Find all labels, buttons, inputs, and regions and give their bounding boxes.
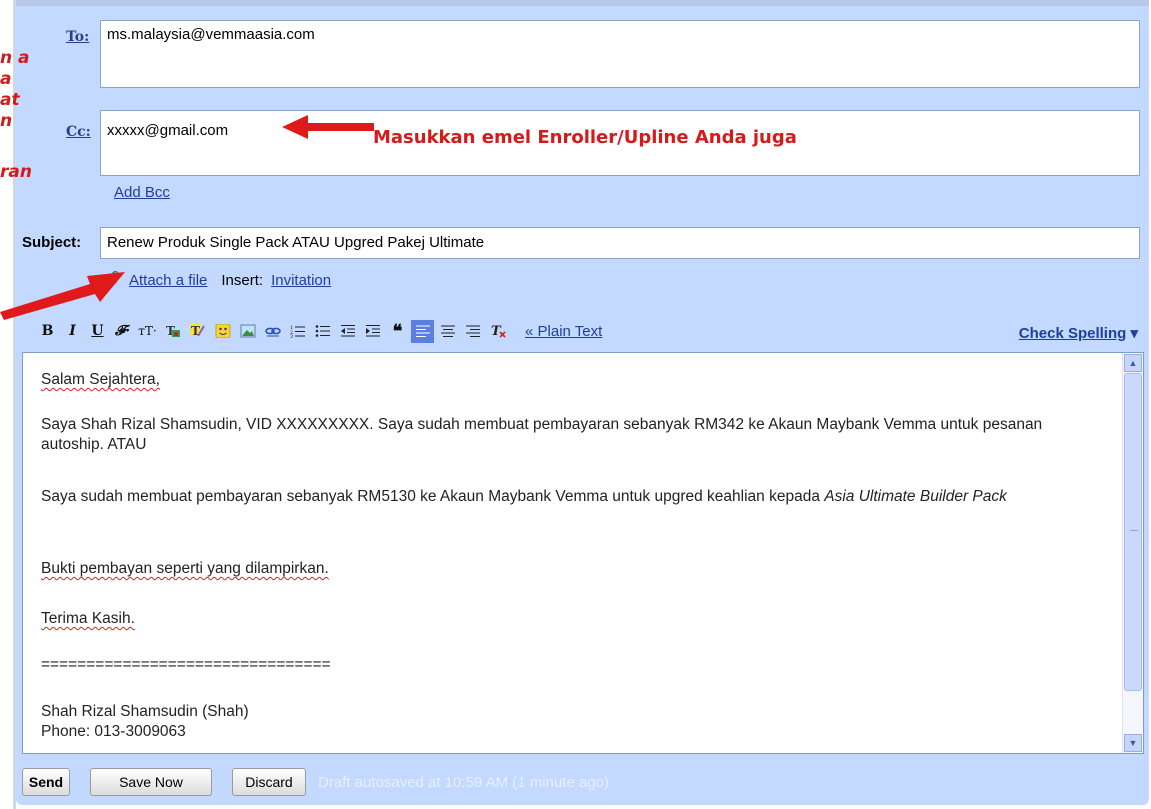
bold-button[interactable]: B <box>36 320 59 343</box>
plain-text-link[interactable]: « Plain Text <box>525 323 602 340</box>
subject-field[interactable]: Renew Produk Single Pack ATAU Upgred Pak… <box>100 227 1140 259</box>
discard-button[interactable]: Discard <box>232 768 306 796</box>
underline-button[interactable]: U <box>86 320 109 343</box>
scroll-up-icon[interactable]: ▲ <box>1124 354 1142 372</box>
dropdown-arrow-icon: ▾ <box>1130 325 1138 342</box>
emoticon-icon[interactable] <box>211 320 234 343</box>
attach-row: Attach a file Insert: Invitation <box>105 270 331 290</box>
check-spelling-button[interactable]: Check Spelling ▾ <box>1019 324 1138 342</box>
to-label[interactable]: To: <box>66 29 89 45</box>
top-strip <box>16 0 1149 6</box>
remove-format-icon[interactable]: T <box>486 320 509 343</box>
paragraph-2: Saya sudah membuat pembayaran sebanyak R… <box>41 487 1101 507</box>
bulleted-list-icon[interactable] <box>311 320 334 343</box>
formatting-toolbar: B I U 𝓕· тT· T T 123 ❝ T « Plain Text Ch… <box>22 312 1146 350</box>
align-center-icon[interactable] <box>436 320 459 343</box>
annotation-arrow-attach-icon <box>0 272 125 320</box>
italic-button[interactable]: I <box>61 320 84 343</box>
cc-value: xxxxx@gmail.com <box>107 122 229 139</box>
paragraph-2-text: Saya sudah membuat pembayaran sebanyak R… <box>41 488 825 505</box>
numbered-list-icon[interactable]: 123 <box>286 320 309 343</box>
send-button[interactable]: Send <box>22 768 70 796</box>
subject-label: Subject: <box>22 234 82 251</box>
font-size-button[interactable]: тT· <box>136 320 159 343</box>
divider-line: ================================ <box>41 656 331 673</box>
add-bcc-link[interactable]: Add Bcc <box>114 184 170 201</box>
to-field[interactable]: ms.malaysia@vemmaasia.com <box>100 20 1140 88</box>
text-color-icon[interactable]: T <box>161 320 184 343</box>
quote-icon[interactable]: ❝ <box>386 320 409 343</box>
save-now-button[interactable]: Save Now <box>90 768 212 796</box>
cc-annotation: Masukkan emel Enroller/Upline Anda juga <box>373 127 797 148</box>
to-value: ms.malaysia@vemmaasia.com <box>107 26 315 43</box>
paragraph-4: Terima Kasih. <box>41 610 135 627</box>
attach-file-link[interactable]: Attach a file <box>129 272 207 289</box>
font-button[interactable]: 𝓕· <box>111 320 134 343</box>
signature-name: Shah Rizal Shamsudin (Shah) <box>41 703 249 720</box>
align-right-icon[interactable] <box>461 320 484 343</box>
outdent-icon[interactable] <box>336 320 359 343</box>
link-icon[interactable] <box>261 320 284 343</box>
message-body-editor[interactable]: Salam Sejahtera, Saya Shah Rizal Shamsud… <box>22 352 1144 754</box>
cc-label[interactable]: Cc: <box>66 124 91 140</box>
scroll-thumb[interactable] <box>1124 373 1142 691</box>
indent-icon[interactable] <box>361 320 384 343</box>
invitation-link[interactable]: Invitation <box>271 272 331 289</box>
paragraph-2-italic: Asia Ultimate Builder Pack <box>824 488 1007 505</box>
check-spelling-label: Check Spelling <box>1018 325 1127 342</box>
scroll-down-icon[interactable]: ▼ <box>1124 734 1142 752</box>
align-left-icon[interactable] <box>411 319 434 343</box>
paragraph-1: Saya Shah Rizal Shamsudin, VID XXXXXXXXX… <box>41 416 1043 453</box>
signature-phone: Phone: 013-3009063 <box>41 723 186 740</box>
svg-text:3: 3 <box>290 334 293 338</box>
editor-scrollbar[interactable]: ▲ ▼ <box>1122 353 1143 753</box>
insert-image-icon[interactable] <box>236 320 259 343</box>
compose-actions: Send Save Now Discard Draft autosaved at… <box>22 765 609 799</box>
insert-label: Insert: <box>221 271 264 289</box>
paragraph-3: Bukti pembayan seperti yang dilampirkan. <box>41 560 329 577</box>
subject-value: Renew Produk Single Pack ATAU Upgred Pak… <box>107 234 485 251</box>
greeting-text: Salam Sejahtera, <box>41 371 160 388</box>
left-annotation-fragment: n a a at n <box>0 48 30 131</box>
highlight-icon[interactable]: T <box>186 320 209 343</box>
autosave-status: Draft autosaved at 10:59 AM (1 minute ag… <box>318 773 609 791</box>
left-annotation-fragment-2: ran <box>0 162 32 182</box>
annotation-arrow-cc-icon <box>282 115 374 139</box>
